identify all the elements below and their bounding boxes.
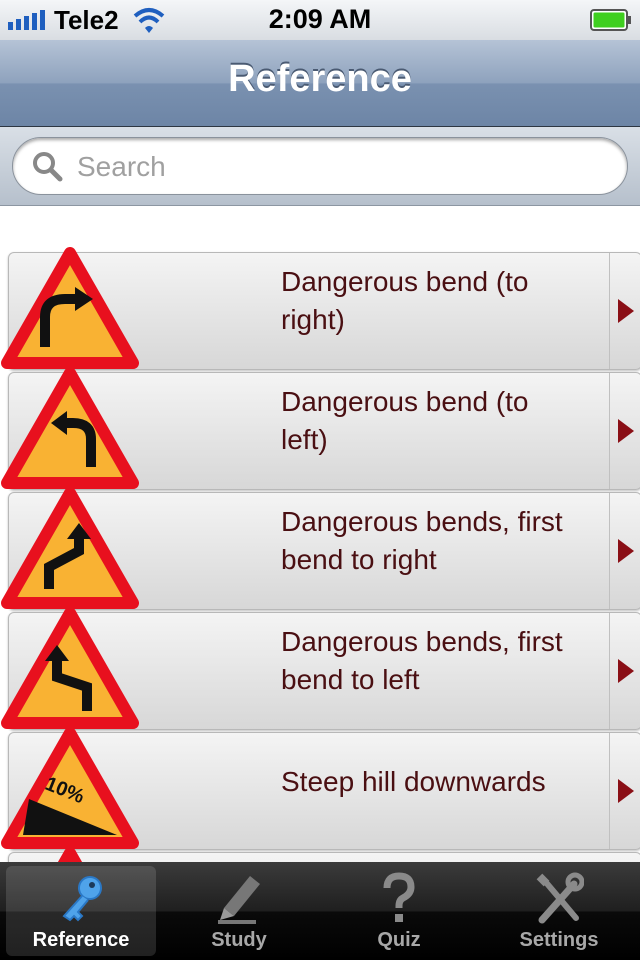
- pencil-icon: [218, 876, 260, 924]
- status-time: 2:09 AM: [268, 4, 372, 34]
- chevron-right-icon: [618, 779, 634, 803]
- dangerous-bend-right-sign-icon: [1, 247, 139, 369]
- dangerous-bend-left-sign-icon: [1, 367, 139, 489]
- search-input[interactable]: [75, 146, 599, 188]
- disclosure-arrow[interactable]: [609, 253, 640, 369]
- list-item[interactable]: Dangerous bends, first bend to left: [1, 607, 640, 730]
- disclosure-arrow[interactable]: [609, 613, 640, 729]
- list-item[interactable]: [8, 847, 640, 862]
- list-item-label: Dangerous bend (to right): [281, 266, 529, 335]
- tab-label: Settings: [519, 929, 599, 951]
- navigation-bar: Reference: [0, 40, 640, 127]
- status-bar: Tele2 2:09 AM: [0, 0, 640, 40]
- search-field[interactable]: [12, 137, 628, 195]
- page-title: Reference: [228, 58, 412, 100]
- chevron-right-icon: [618, 659, 634, 683]
- steep-hill-downwards-sign-icon: 10%: [1, 727, 139, 849]
- list-item[interactable]: 10% Steep hill downwards: [1, 727, 640, 850]
- tab-label: Reference: [32, 929, 130, 951]
- warning-sign-icon: [57, 847, 83, 862]
- tab-label: Study: [211, 929, 267, 951]
- battery-icon: [590, 9, 631, 31]
- tab-reference[interactable]: Reference: [6, 866, 156, 956]
- search-bar: [0, 127, 640, 206]
- disclosure-arrow[interactable]: [609, 493, 640, 609]
- key-icon: [62, 876, 102, 922]
- list-item[interactable]: Dangerous bend (to right): [1, 247, 640, 370]
- chevron-right-icon: [618, 299, 634, 323]
- disclosure-arrow[interactable]: [609, 373, 640, 489]
- tab-bar: Reference Study Quiz Settings: [0, 862, 640, 960]
- tab-study[interactable]: Study: [164, 866, 314, 956]
- tab-quiz[interactable]: Quiz: [324, 866, 474, 956]
- dangerous-bends-right-first-sign-icon: [1, 487, 139, 609]
- sign-list: Dangerous bend (to right) Dangerous bend…: [0, 206, 640, 862]
- tab-settings[interactable]: Settings: [484, 866, 634, 956]
- chevron-right-icon: [618, 419, 634, 443]
- tools-icon: [536, 872, 584, 924]
- list-item[interactable]: Dangerous bend (to left): [1, 367, 640, 490]
- list-item-label: Dangerous bend (to left): [281, 386, 529, 455]
- dangerous-bends-left-first-sign-icon: [1, 607, 139, 729]
- list-item[interactable]: Dangerous bends, first bend to right: [1, 487, 640, 610]
- tab-label: Quiz: [377, 929, 421, 951]
- list-item-label: Dangerous bends, first bend to right: [281, 506, 563, 575]
- question-mark-icon: [383, 872, 415, 922]
- search-icon: [33, 152, 63, 182]
- list-item-label: Steep hill downwards: [281, 766, 546, 797]
- disclosure-arrow[interactable]: [609, 733, 640, 849]
- chevron-right-icon: [618, 539, 634, 563]
- list-item-label: Dangerous bends, first bend to left: [281, 626, 563, 695]
